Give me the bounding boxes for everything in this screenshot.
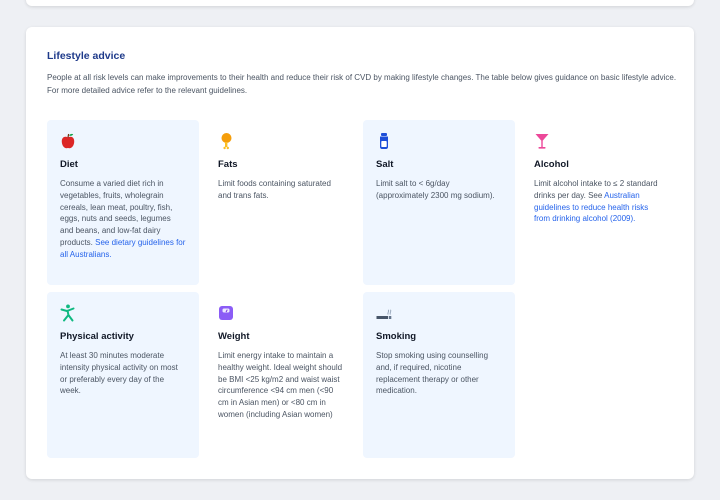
tile-body: Limit foods containing saturated and tra…: [218, 179, 331, 200]
tile-body: Limit energy intake to maintain a health…: [218, 351, 343, 419]
tile-title: Diet: [60, 159, 78, 170]
tile-body: At least 30 minutes moderate intensity p…: [60, 351, 178, 396]
running-person-icon: [60, 304, 75, 322]
tile-body: Limit salt to < 6g/day (approximately 23…: [376, 179, 495, 200]
tile-title: Fats: [218, 159, 238, 170]
tile-title: Physical activity: [60, 331, 134, 342]
cocktail-icon: [535, 134, 549, 149]
tile-text: Consume a varied diet rich in vegetables…: [60, 179, 173, 247]
section-intro: People at all risk levels can make impro…: [47, 73, 677, 95]
scale-icon: [219, 306, 233, 320]
previous-section-card: [26, 0, 694, 6]
tile-body: Consume a varied diet rich in vegetables…: [60, 178, 186, 261]
tile-fats: Fats Limit foods containing saturated an…: [205, 120, 357, 285]
tile-body: Stop smoking using counselling and, if r…: [376, 351, 489, 396]
tile-alcohol: Alcohol Limit alcohol intake to ≤ 2 stan…: [521, 120, 673, 285]
lifestyle-advice-card: Lifestyle advice People at all risk leve…: [26, 27, 694, 479]
tile-title: Smoking: [376, 331, 417, 342]
tile-physical-activity: Physical activity At least 30 minutes mo…: [47, 292, 199, 458]
tile-smoking: Smoking Stop smoking using counselling a…: [363, 292, 515, 458]
salt-shaker-icon: [380, 133, 388, 149]
tile-body: Limit alcohol intake to ≤ 2 standard dri…: [534, 178, 660, 225]
tile-salt: Salt Limit salt to < 6g/day (approximate…: [363, 120, 515, 285]
tile-title: Alcohol: [534, 159, 569, 170]
apple-icon: [61, 133, 75, 149]
section-title: Lifestyle advice: [47, 50, 126, 62]
cigarette-icon: [376, 309, 392, 319]
tile-weight: Weight Limit energy intake to maintain a…: [205, 292, 357, 458]
drumstick-icon: [221, 133, 232, 150]
tile-title: Weight: [218, 331, 250, 342]
tile-diet: Diet Consume a varied diet rich in veget…: [47, 120, 199, 285]
tile-title: Salt: [376, 159, 394, 170]
